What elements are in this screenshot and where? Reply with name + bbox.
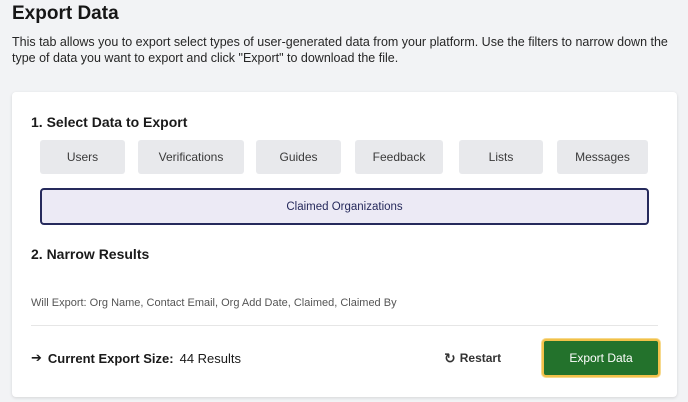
data-type-lists-button[interactable]: Lists	[459, 140, 543, 174]
export-card: 1. Select Data to Export Users Verificat…	[12, 92, 677, 397]
page-title: Export Data	[12, 3, 119, 24]
restart-label: Restart	[459, 351, 502, 365]
data-type-guides-button[interactable]: Guides	[256, 140, 341, 174]
export-data-button[interactable]: Export Data	[542, 339, 660, 377]
page-description: This tab allows you to export select typ…	[12, 35, 668, 65]
export-size-value: 44 Results	[179, 350, 242, 366]
export-size-label: Current Export Size:	[47, 350, 174, 366]
data-type-feedback-button[interactable]: Feedback	[355, 140, 443, 174]
data-type-claimed-organizations-button[interactable]: Claimed Organizations	[40, 188, 649, 225]
export-size-row: ➔ Current Export Size: 44 Results	[31, 350, 241, 366]
data-type-users-button[interactable]: Users	[40, 140, 125, 174]
will-export-fields: Will Export: Org Name, Contact Email, Or…	[31, 297, 397, 309]
data-type-messages-button[interactable]: Messages	[557, 140, 648, 174]
select-data-heading: 1. Select Data to Export	[31, 114, 188, 130]
restart-icon: ↻	[444, 349, 456, 366]
divider	[31, 325, 658, 326]
data-type-verifications-button[interactable]: Verifications	[138, 140, 244, 174]
restart-button[interactable]: ↻ Restart	[444, 348, 501, 368]
narrow-results-heading: 2. Narrow Results	[31, 246, 150, 262]
arrow-right-icon: ➔	[31, 350, 42, 365]
